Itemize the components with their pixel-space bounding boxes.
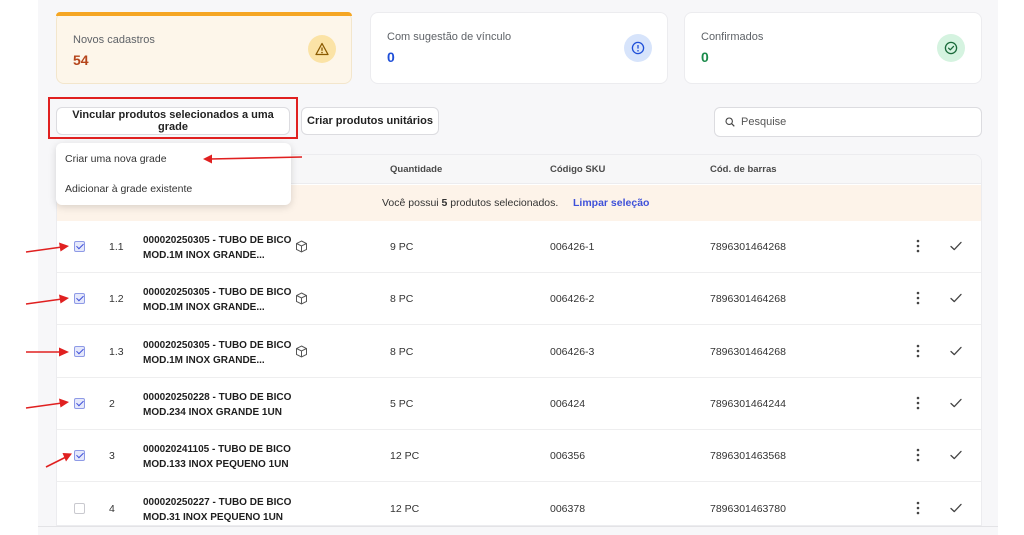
product-quantity: 9 PC [390,241,414,253]
row-checkbox[interactable] [74,503,85,514]
confirm-check-icon[interactable] [950,398,962,408]
confirm-check-icon[interactable] [950,293,962,303]
product-name: 000020250227 - TUBO DE BICO MOD.31 INOX … [143,497,292,523]
table-row[interactable]: 4 000020250227 - TUBO DE BICO MOD.31 INOX… [57,483,981,525]
clear-selection-link[interactable]: Limpar seleção [573,197,649,209]
row-index: 4 [109,503,115,515]
cube-icon [296,345,307,358]
row-checkbox[interactable] [74,450,85,461]
table-row[interactable]: 1.3 000020250305 - TUBO DE BICO MOD.1M IN… [57,326,981,378]
product-quantity: 5 PC [390,398,414,410]
product-quantity: 8 PC [390,293,414,305]
product-barcode: 7896301464268 [710,346,786,358]
annotation-arrow [25,398,69,409]
product-name: 000020241105 - TUBO DE BICO MOD.133 INOX… [143,444,291,470]
table-row[interactable]: 1.2 000020250305 - TUBO DE BICO MOD.1M IN… [57,273,981,325]
product-quantity: 12 PC [390,503,420,515]
table-row[interactable]: 1.1 000020250305 - TUBO DE BICO MOD.1M IN… [57,221,981,273]
product-sku: 006424 [550,398,586,410]
create-unit-products-button[interactable]: Criar produtos unitários [301,107,439,135]
more-options-icon[interactable] [916,396,920,410]
product-barcode: 7896301463568 [710,450,786,462]
table-row[interactable]: 2 000020250228 - TUBO DE BICO MOD.234 INO… [57,378,981,430]
product-name: 000020250305 - TUBO DE BICO MOD.1M INOX … [143,340,292,366]
product-barcode: 7896301464244 [710,398,786,410]
row-index: 1.3 [109,346,124,358]
table-row[interactable]: 3 000020241105 - TUBO DE BICO MOD.133 INO… [57,430,981,482]
menu-item-add-to-existing-grid[interactable]: Adicionar à grade existente [65,183,192,195]
divider [38,526,998,527]
product-sku: 006378 [550,503,586,515]
search-input[interactable] [741,108,971,136]
product-barcode: 7896301463780 [710,503,786,515]
row-checkbox[interactable] [74,293,85,304]
more-options-icon[interactable] [916,501,920,515]
product-quantity: 12 PC [390,450,420,462]
row-index: 1.2 [109,293,124,305]
confirm-check-icon[interactable] [950,503,962,513]
row-index: 1.1 [109,241,124,253]
product-quantity: 8 PC [390,346,414,358]
confirm-check-icon[interactable] [950,450,962,460]
card-novos-cadastros: Novos cadastros 54 [56,12,352,84]
cube-icon [296,292,307,305]
product-sku: 006426-1 [550,241,595,253]
card-value: 0 [387,49,395,65]
selection-count-text: Você possui 5 produtos selecionados. [382,197,559,209]
annotation-arrow [25,242,69,253]
row-checkbox[interactable] [74,346,85,357]
products-table: Quantidade Código SKU Cód. de barras Voc… [56,154,982,526]
card-value: 0 [701,49,709,65]
more-options-icon[interactable] [916,239,920,253]
product-name: 000020250305 - TUBO DE BICO MOD.1M INOX … [143,235,292,261]
header-barcode: Cód. de barras [710,164,777,175]
search-box [714,107,982,137]
product-barcode: 7896301464268 [710,293,786,305]
confirm-check-icon[interactable] [950,346,962,356]
card-title: Confirmados [701,31,764,43]
annotation-arrow [25,294,69,305]
more-options-icon[interactable] [916,448,920,462]
card-com-sugestao: Com sugestão de vínculo 0 [370,12,668,84]
highlight-annotation [48,97,298,139]
confirm-check-icon[interactable] [950,241,962,251]
row-checkbox[interactable] [74,398,85,409]
product-sku: 006426-3 [550,346,595,358]
card-value: 54 [73,52,89,68]
product-sku: 006356 [550,450,586,462]
cube-icon [296,240,307,253]
more-options-icon[interactable] [916,344,920,358]
product-name: 000020250228 - TUBO DE BICO MOD.234 INOX… [143,392,292,418]
warning-icon [308,35,336,63]
card-confirmados: Confirmados 0 [684,12,982,84]
info-icon [624,34,652,62]
row-index: 3 [109,450,115,462]
product-name: 000020250305 - TUBO DE BICO MOD.1M INOX … [143,287,292,313]
menu-item-create-new-grid[interactable]: Criar uma nova grade [65,153,167,165]
card-title: Novos cadastros [73,34,155,46]
search-icon [725,117,735,127]
product-barcode: 7896301464268 [710,241,786,253]
row-checkbox[interactable] [74,241,85,252]
row-index: 2 [109,398,115,410]
header-sku: Código SKU [550,164,606,175]
annotation-arrow [26,347,69,357]
annotation-arrow [203,154,303,164]
card-title: Com sugestão de vínculo [387,31,512,43]
header-quantity: Quantidade [390,164,443,175]
check-circle-icon [937,34,965,62]
more-options-icon[interactable] [916,291,920,305]
product-sku: 006426-2 [550,293,595,305]
annotation-arrow [45,453,72,468]
